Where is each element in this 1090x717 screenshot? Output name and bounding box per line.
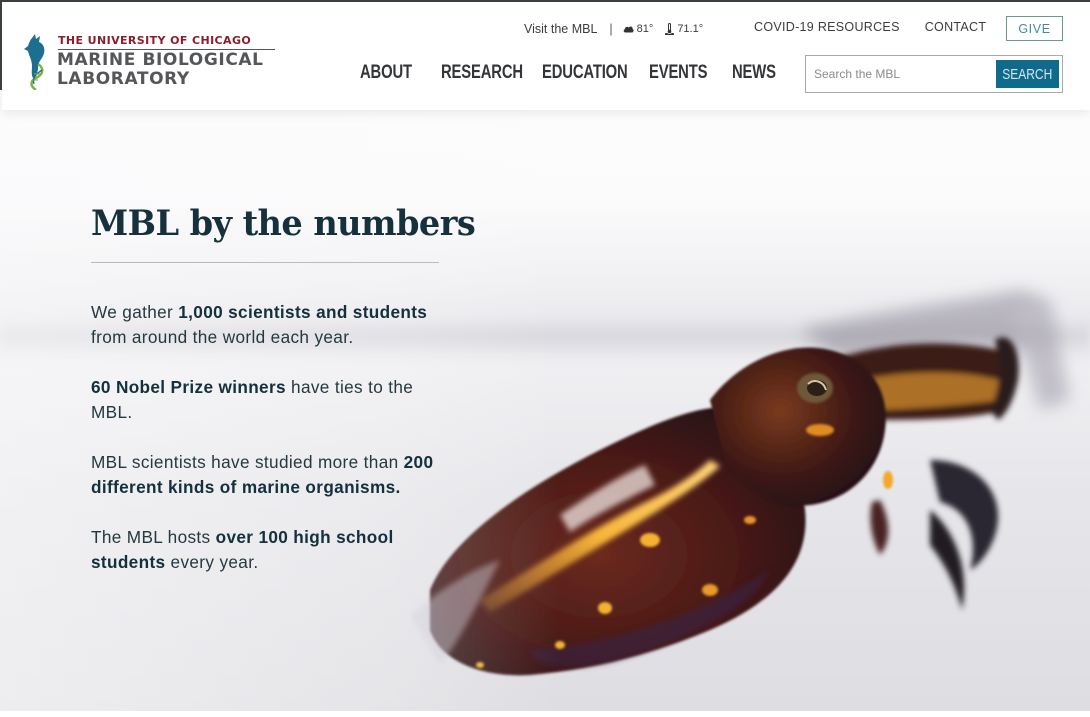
logo-line-2: LABORATORY [57, 69, 190, 89]
cloud-icon [623, 26, 634, 33]
window-frame-left [0, 0, 2, 90]
nav-about[interactable]: ABOUT [360, 62, 412, 84]
nav-events[interactable]: EVENTS [649, 62, 708, 84]
heading-divider [91, 262, 439, 263]
logo-name: MARINE BIOLOGICAL LABORATORY [57, 51, 264, 89]
water-temperature: 71.1° [677, 23, 704, 35]
nav-education[interactable]: EDUCATION [542, 62, 628, 84]
bottom-strip [0, 711, 1090, 717]
weather-readout: 81° 71.1° [623, 23, 712, 35]
stat-highlight: 60 Nobel Prize winners [91, 377, 286, 397]
search-input[interactable] [806, 56, 996, 92]
give-button[interactable]: GIVE [1006, 16, 1063, 41]
stat-item: 60 Nobel Prize winners have ties to the … [91, 377, 414, 422]
search-button[interactable]: SEARCH [996, 60, 1059, 88]
visit-link[interactable]: Visit the MBL [524, 22, 597, 36]
stat-highlight: 1,000 scientists and students [178, 302, 428, 322]
water-thermometer-icon [665, 23, 675, 35]
contact-link[interactable]: CONTACT [925, 20, 987, 34]
stat-item: MBL scientists have studied more than 20… [91, 452, 434, 497]
section-heading: MBL by the numbers [91, 203, 476, 244]
utility-links: COVID-19 RESOURCES CONTACT [754, 20, 1011, 34]
stat-item: We gather 1,000 scientists and students … [91, 302, 428, 347]
window-frame-top [0, 0, 1090, 2]
logo-line-1: MARINE BIOLOGICAL [57, 50, 264, 70]
cuttlefish-eye [797, 373, 833, 403]
utility-nav: Visit the MBL | 81° 71.1° [524, 20, 712, 38]
stat-item: The MBL hosts over 100 high school stude… [91, 527, 394, 572]
air-temperature: 81° [636, 23, 654, 35]
site-logo[interactable]: THE UNIVERSITY OF CHICAGO MARINE BIOLOGI… [24, 32, 284, 92]
nav-research[interactable]: RESEARCH [441, 62, 523, 84]
site-header: THE UNIVERSITY OF CHICAGO MARINE BIOLOGI… [2, 2, 1090, 110]
stats-list: We gather 1,000 scientists and students … [91, 300, 451, 600]
logo-university: THE UNIVERSITY OF CHICAGO [58, 34, 252, 47]
seahorse-dna-icon [24, 34, 45, 90]
nav-news[interactable]: NEWS [732, 62, 776, 84]
covid-resources-link[interactable]: COVID-19 RESOURCES [754, 20, 900, 34]
search-form: SEARCH [805, 55, 1063, 93]
search-button-label: SEARCH [1002, 65, 1053, 83]
utility-separator: | [609, 22, 613, 36]
